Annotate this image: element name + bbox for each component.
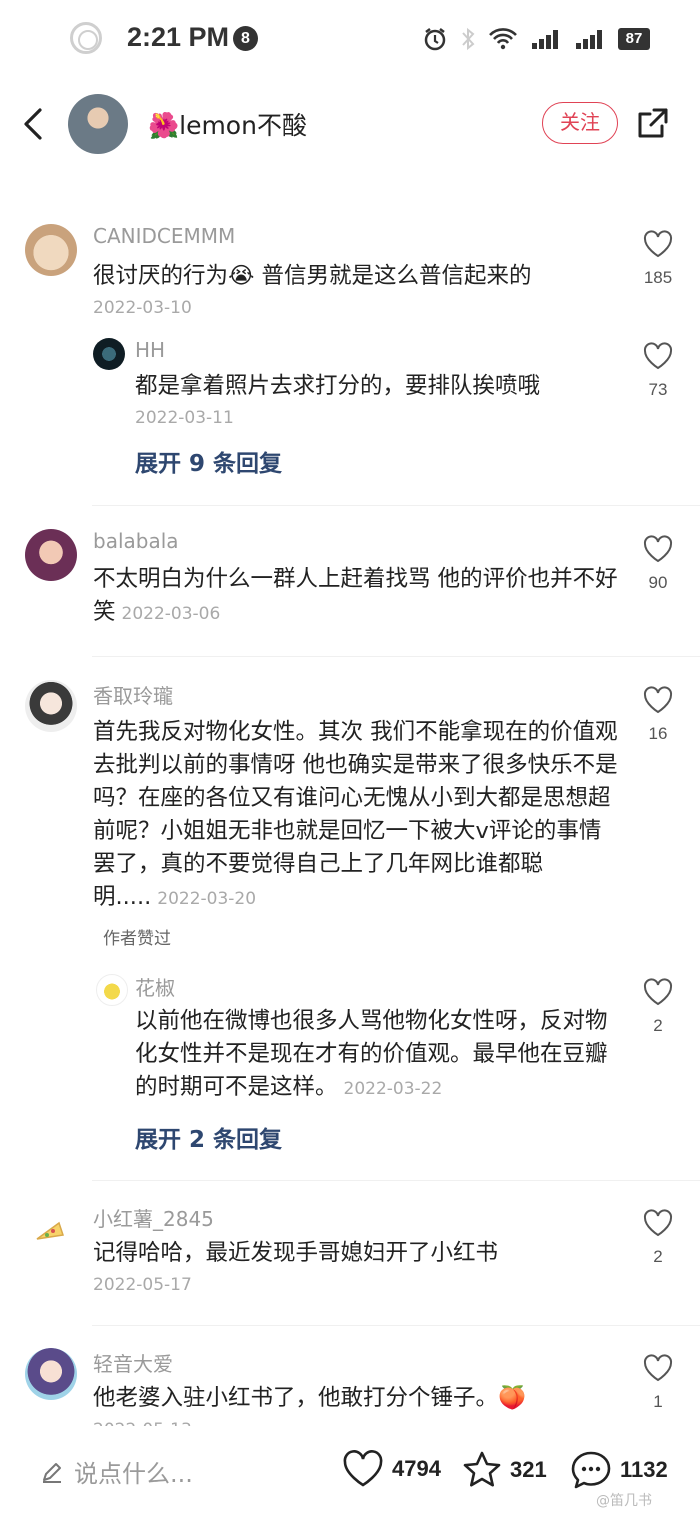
watermark: @笛几书	[596, 1493, 652, 1509]
commenter-avatar[interactable]	[25, 1348, 77, 1400]
comment-body: 记得哈哈，最近发现手哥媳妇开了小红书	[93, 1240, 499, 1266]
comment-text[interactable]: 他老婆入驻小红书了，他敢打分个锤子。🍑 2022-05-13	[93, 1382, 633, 1426]
like-button[interactable]: 16	[640, 686, 676, 744]
comment-body: 很讨厌的行为😭 普信男就是这么普信起来的	[93, 263, 532, 289]
screen-record-icon	[70, 22, 102, 54]
reply-text[interactable]: 都是拿着照片去求打分的，要排队挨喷哦 2022-03-11	[135, 370, 625, 433]
comment-date: 2022-03-06	[121, 604, 221, 624]
back-icon[interactable]	[20, 106, 48, 142]
reply-avatar[interactable]	[96, 974, 128, 1006]
like-count: 2	[653, 1016, 663, 1035]
reply-name[interactable]: 花椒	[135, 972, 175, 1001]
like-count: 16	[648, 724, 668, 743]
comment-input-placeholder: 说点什么...	[74, 1460, 193, 1488]
expand-replies-button[interactable]: 展开 2 条回复	[135, 1120, 282, 1154]
follow-button[interactable]: 关注	[542, 102, 618, 144]
note-header: 🌺lemon不酸 关注	[0, 88, 700, 160]
commenter-name[interactable]: 香取玲瓏	[93, 680, 173, 709]
like-button[interactable]: 2	[640, 1209, 676, 1267]
like-note-button[interactable]: 4794	[342, 1450, 441, 1488]
like-count: 185	[643, 268, 673, 287]
heart-icon	[643, 1209, 673, 1237]
like-count: 2	[653, 1247, 663, 1266]
heart-icon	[643, 686, 673, 714]
author-name[interactable]: 🌺lemon不酸	[148, 106, 307, 142]
comment-text[interactable]: 首先我反对物化女性。其次 我们不能拿现在的价值观去批判以前的事情呀 他也确实是带…	[93, 716, 623, 916]
pizza-icon	[36, 1221, 64, 1240]
reply-like-button[interactable]: 73	[640, 342, 676, 400]
comment-bubble-icon	[571, 1451, 611, 1489]
like-count: 73	[648, 380, 668, 399]
reply-body: 都是拿着照片去求打分的，要排队挨喷哦	[135, 373, 541, 399]
commenter-name[interactable]: 轻音大爱	[93, 1348, 173, 1377]
pencil-icon	[43, 1462, 61, 1483]
alarm-icon	[424, 28, 446, 51]
note-comment-count: 1132	[620, 1457, 668, 1482]
divider	[92, 1325, 700, 1326]
heart-icon	[643, 342, 673, 370]
divider	[92, 505, 700, 506]
reply-avatar[interactable]	[93, 338, 125, 370]
share-icon[interactable]	[636, 106, 670, 140]
status-icons: 87	[422, 24, 650, 54]
comment-body: 他老婆入驻小红书了，他敢打分个锤子。🍑	[93, 1385, 527, 1411]
comment-date: 2022-03-20	[157, 889, 257, 909]
comment-text[interactable]: 不太明白为什么一群人上赶着找骂 他的评价也并不好笑 2022-03-06	[93, 563, 633, 631]
comment-body: 首先我反对物化女性。其次 我们不能拿现在的价值观去批判以前的事情呀 他也确实是带…	[93, 719, 618, 910]
like-count: 1	[653, 1392, 663, 1411]
signal-2-icon	[576, 30, 602, 49]
heart-icon	[643, 978, 673, 1006]
bottom-action-bar: 说点什么... 4794 321 1132 @笛几书	[0, 1432, 700, 1517]
comment-date: 2022-03-10	[93, 298, 192, 318]
signal-1-icon	[532, 30, 558, 49]
star-icon	[463, 1451, 501, 1487]
author-avatar[interactable]	[68, 94, 128, 154]
commenter-name[interactable]: 小红薯_2845	[93, 1203, 214, 1232]
like-count: 90	[648, 573, 668, 592]
wifi-icon	[489, 28, 517, 50]
note-like-count: 4794	[392, 1456, 441, 1481]
commenter-name[interactable]: balabala	[93, 529, 179, 553]
reply-name[interactable]: HH	[135, 338, 165, 362]
battery-indicator: 87	[618, 28, 650, 50]
comment-item: 轻音大爱 他老婆入驻小红书了，他敢打分个锤子。🍑 2022-05-13 1	[0, 1346, 700, 1426]
collect-note-button[interactable]: 321	[462, 1450, 547, 1490]
reply-date: 2022-03-22	[343, 1079, 443, 1099]
comment-text[interactable]: 记得哈哈，最近发现手哥媳妇开了小红书 2022-05-17	[93, 1237, 633, 1300]
expand-replies-button[interactable]: 展开 9 条回复	[135, 444, 282, 478]
like-button[interactable]: 185	[640, 230, 676, 288]
comment-date: 2022-05-17	[93, 1275, 192, 1295]
comment-note-button[interactable]: 1132	[570, 1450, 668, 1490]
comment-date: 2022-05-13	[93, 1415, 633, 1426]
comment-input[interactable]: 说点什么...	[40, 1454, 193, 1489]
heart-icon	[643, 535, 673, 563]
author-liked-label: 作者赞过	[103, 929, 171, 949]
bluetooth-icon	[462, 27, 475, 51]
heart-icon	[343, 1450, 383, 1487]
like-button[interactable]: 90	[640, 535, 676, 593]
commenter-name[interactable]: CANIDCEMMM	[93, 224, 235, 248]
heart-icon	[643, 230, 673, 258]
status-time: 2:21 PM	[127, 22, 230, 52]
status-bar: 2:21 PM 8 87	[0, 0, 700, 78]
divider	[92, 656, 700, 657]
heart-icon	[643, 1354, 673, 1382]
commenter-avatar[interactable]	[25, 1203, 77, 1255]
divider	[92, 1180, 700, 1181]
reply-text[interactable]: 以前他在微博也很多人骂他物化女性呀，反对物化女性并不是现在才有的价值观。最早他在…	[135, 1005, 625, 1106]
like-button[interactable]: 1	[640, 1354, 676, 1412]
commenter-avatar[interactable]	[25, 224, 77, 276]
reply-like-button[interactable]: 2	[640, 978, 676, 1036]
comment-text[interactable]: 很讨厌的行为😭 普信男就是这么普信起来的 2022-03-10	[93, 260, 633, 323]
commenter-avatar[interactable]	[25, 680, 77, 732]
commenter-avatar[interactable]	[25, 529, 77, 581]
reply-date: 2022-03-11	[135, 408, 234, 428]
note-collect-count: 321	[510, 1457, 547, 1482]
notification-badge: 8	[233, 26, 258, 51]
